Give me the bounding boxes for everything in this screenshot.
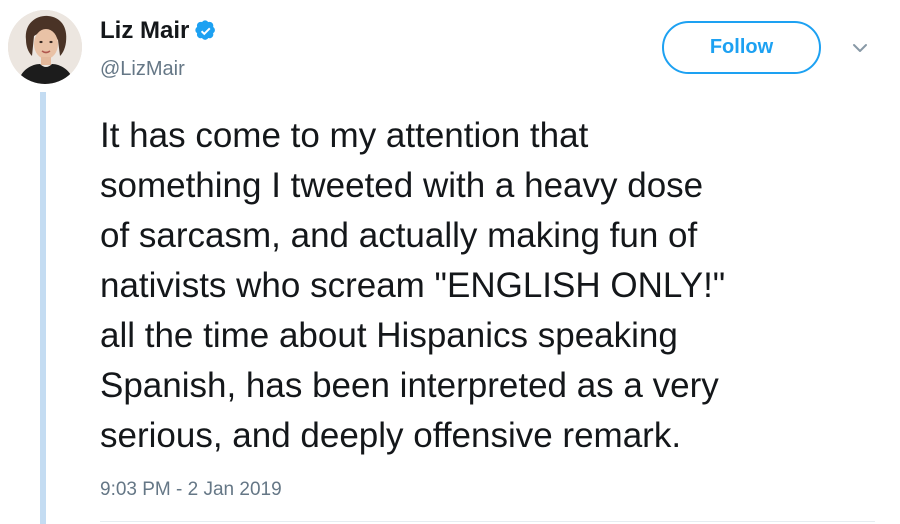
- follow-button[interactable]: Follow: [662, 21, 821, 74]
- tweet-text-line: nativists who scream "ENGLISH ONLY!": [100, 266, 726, 305]
- tweet-text: It has come to my attention that somethi…: [100, 111, 890, 461]
- tweet-text-line: It has come to my attention that: [100, 116, 589, 155]
- tweet-card: Liz Mair @LizMair Follow It has come to …: [0, 0, 900, 524]
- handle[interactable]: @LizMair: [100, 56, 185, 82]
- tweet-text-line: all the time about Hispanics speaking: [100, 316, 678, 355]
- author-row: Liz Mair: [100, 16, 217, 46]
- timestamp-link[interactable]: 9:03 PM - 2 Jan 2019: [100, 477, 282, 503]
- tweet-text-line: something I tweeted with a heavy dose: [100, 166, 704, 205]
- divider: [100, 521, 875, 522]
- chevron-down-icon[interactable]: [850, 38, 870, 58]
- tweet-text-line: Spanish, has been interpreted as a very: [100, 366, 719, 405]
- display-name[interactable]: Liz Mair: [100, 16, 189, 46]
- verified-badge-icon: [195, 20, 216, 40]
- thread-line: [40, 92, 46, 524]
- tweet-text-line: serious, and deeply offensive remark.: [100, 416, 682, 455]
- avatar-image: [8, 10, 82, 84]
- tweet-text-line: of sarcasm, and actually making fun of: [100, 216, 698, 255]
- avatar[interactable]: [8, 10, 82, 84]
